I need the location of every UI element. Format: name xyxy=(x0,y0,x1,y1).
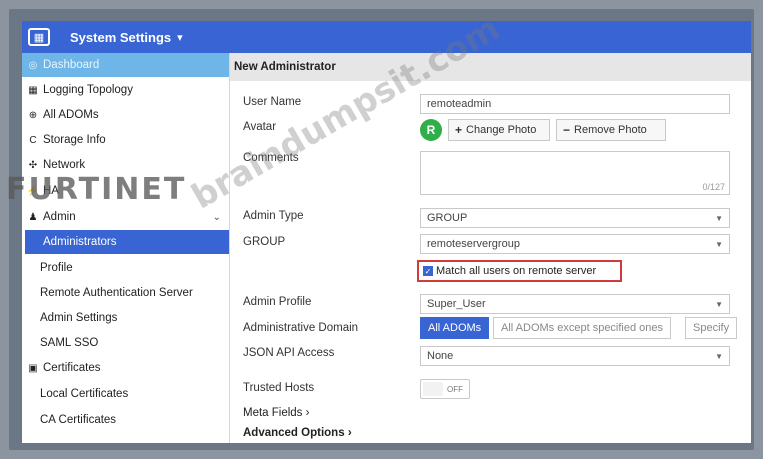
advanced-options-link[interactable]: Advanced Options › xyxy=(243,427,352,439)
match-all-users-checkbox[interactable]: ✓ Match all users on remote server xyxy=(417,260,622,282)
storage-icon: C xyxy=(29,134,37,146)
group-value: remoteservergroup xyxy=(427,238,520,250)
sidebar-item-admin[interactable]: ♟ Admin ⌄ xyxy=(22,205,229,229)
sidebar: ◎ Dashboard ▦ Logging Topology ⊕ All ADO… xyxy=(22,53,230,443)
meta-fields-label: Meta Fields xyxy=(243,407,303,419)
sidebar-item-ca-certificates[interactable]: CA Certificates xyxy=(22,408,229,432)
admin-type-value: GROUP xyxy=(427,212,468,224)
sidebar-item-logging-topology[interactable]: ▦ Logging Topology xyxy=(22,78,229,102)
change-photo-label: Change Photo xyxy=(466,124,537,136)
sidebar-item-storage-info[interactable]: C Storage Info xyxy=(22,128,229,152)
chevron-down-icon[interactable]: ⌄ xyxy=(213,212,221,223)
page-title: New Administrator xyxy=(230,53,751,81)
admin-profile-label: Admin Profile xyxy=(243,296,312,308)
sidebar-item-administrators[interactable]: Administrators xyxy=(25,230,229,254)
app-title[interactable]: System Settings xyxy=(70,30,171,45)
chevron-down-icon[interactable]: ▾ xyxy=(177,31,183,44)
match-all-users-label: Match all users on remote server xyxy=(436,265,597,277)
trusted-hosts-toggle[interactable]: OFF xyxy=(420,379,470,399)
chevron-down-icon: ▼ xyxy=(715,213,723,223)
admin-profile-select[interactable]: Super_User ▼ xyxy=(420,294,730,314)
fortinet-watermark: FURTINET xyxy=(6,172,187,207)
domain-option-all-except[interactable]: All ADOMs except specified ones xyxy=(493,317,672,339)
sidebar-item-label: Local Certificates xyxy=(40,388,129,400)
comments-count: 0/127 xyxy=(702,182,725,192)
sidebar-item-all-adoms[interactable]: ⊕ All ADOMs xyxy=(22,103,229,127)
sidebar-item-remote-auth-server[interactable]: Remote Authentication Server xyxy=(22,281,229,305)
network-icon: ✣ xyxy=(28,159,38,171)
plus-icon: + xyxy=(455,123,463,137)
sidebar-item-label: Certificates xyxy=(43,362,101,374)
remove-photo-button[interactable]: − Remove Photo xyxy=(556,119,666,141)
admin-domain-label: Administrative Domain xyxy=(243,322,359,334)
sidebar-item-saml-sso[interactable]: SAML SSO xyxy=(22,331,229,355)
sidebar-item-label: Network xyxy=(43,159,86,171)
dashboard-icon: ◎ xyxy=(28,59,38,71)
avatar: R xyxy=(420,119,442,141)
certificate-icon: ▣ xyxy=(28,362,38,374)
admin-type-select[interactable]: GROUP ▼ xyxy=(420,208,730,228)
chevron-right-icon: › xyxy=(347,427,352,439)
remove-photo-label: Remove Photo xyxy=(574,124,647,136)
sidebar-item-label: Admin Settings xyxy=(40,312,118,324)
sidebar-item-label: Profile xyxy=(40,262,73,274)
sidebar-item-profile[interactable]: Profile xyxy=(22,256,229,280)
fortinet-grid-icon[interactable]: ▦ xyxy=(28,28,50,46)
sidebar-item-label: All ADOMs xyxy=(43,109,99,121)
topology-icon: ▦ xyxy=(28,84,38,96)
sidebar-item-certificates[interactable]: ▣ Certificates xyxy=(22,356,229,380)
group-select[interactable]: remoteservergroup ▼ xyxy=(420,234,730,254)
sidebar-item-dashboard[interactable]: ◎ Dashboard xyxy=(22,53,229,77)
admin-type-label: Admin Type xyxy=(243,210,304,222)
check-icon: ✓ xyxy=(423,266,433,276)
json-api-label: JSON API Access xyxy=(243,347,335,359)
sidebar-item-label: Administrators xyxy=(43,236,117,248)
user-name-label: User Name xyxy=(243,96,302,108)
json-api-select[interactable]: None ▼ xyxy=(420,346,730,366)
advanced-options-label: Advanced Options xyxy=(243,427,345,439)
sidebar-item-admin-settings[interactable]: Admin Settings xyxy=(22,306,229,330)
sidebar-item-label: SAML SSO xyxy=(40,337,99,349)
domain-option-specify[interactable]: Specify xyxy=(685,317,738,339)
minus-icon: − xyxy=(563,123,571,137)
sidebar-item-label: Admin xyxy=(43,211,76,223)
user-icon: ♟ xyxy=(28,211,38,223)
avatar-label: Avatar xyxy=(243,121,277,133)
admin-profile-value: Super_User xyxy=(427,298,486,310)
chevron-down-icon: ▼ xyxy=(715,351,723,361)
comments-field[interactable]: 0/127 xyxy=(420,151,730,195)
sidebar-item-local-certificates[interactable]: Local Certificates xyxy=(22,382,229,406)
json-api-value: None xyxy=(427,350,454,362)
chevron-down-icon: ▼ xyxy=(715,299,723,309)
meta-fields-link[interactable]: Meta Fields › xyxy=(243,407,309,419)
trusted-hosts-label: Trusted Hosts xyxy=(243,382,315,394)
chevron-right-icon: › xyxy=(305,407,310,419)
domain-option-all-adoms[interactable]: All ADOMs xyxy=(420,317,490,339)
sidebar-item-label: Dashboard xyxy=(43,59,100,71)
user-name-input[interactable]: remoteadmin xyxy=(420,94,730,114)
toggle-state: OFF xyxy=(447,384,463,394)
toggle-knob xyxy=(423,382,443,396)
globe-icon: ⊕ xyxy=(28,109,38,121)
sidebar-item-label: Logging Topology xyxy=(43,84,133,96)
chevron-down-icon: ▼ xyxy=(715,239,723,249)
sidebar-item-label: CA Certificates xyxy=(40,414,117,426)
sidebar-item-label: Remote Authentication Server xyxy=(40,287,193,299)
sidebar-item-label: Storage Info xyxy=(43,134,106,146)
change-photo-button[interactable]: + Change Photo xyxy=(448,119,550,141)
group-label: GROUP xyxy=(243,236,286,248)
top-bar: ▦ System Settings ▾ xyxy=(22,21,751,53)
